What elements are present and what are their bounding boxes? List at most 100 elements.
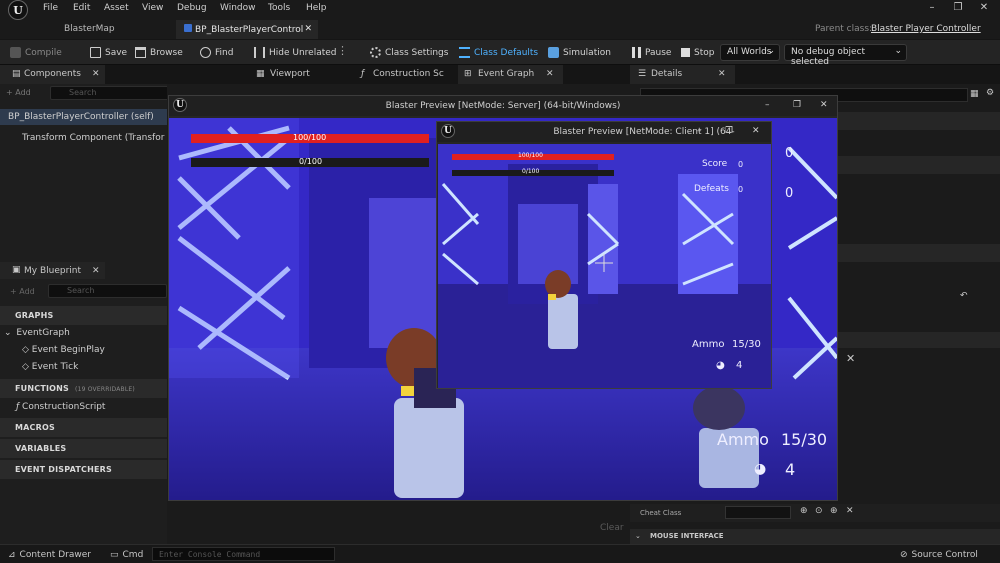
hide-icon bbox=[254, 47, 265, 58]
parent-class-link[interactable]: Blaster Player Controller bbox=[871, 24, 981, 34]
unreal-logo-icon: U bbox=[441, 124, 455, 138]
debug-object-selector[interactable]: No debug object selected ⌄ bbox=[784, 44, 907, 67]
event-item-tick[interactable]: ◇ Event Tick bbox=[0, 359, 167, 375]
component-row-self[interactable]: BP_BlasterPlayerController (self) bbox=[0, 109, 167, 125]
my-blueprint-tab[interactable]: ▣ My Blueprint ✕ bbox=[0, 262, 105, 279]
server-health-bar: 100/100 bbox=[191, 133, 429, 143]
maximize-icon[interactable]: ❐ bbox=[948, 2, 968, 16]
cheat-class-row: Cheat Class ⊕ ⊙ ⊕ ✕ bbox=[630, 504, 1000, 522]
close-icon[interactable]: ✕ bbox=[974, 2, 994, 16]
variables-label: VARIABLES bbox=[15, 444, 67, 453]
chevron-down-icon: ⌄ bbox=[4, 328, 12, 338]
event-graph-tab[interactable]: ⊞ Event Graph ✕ bbox=[458, 65, 563, 84]
functions-label: FUNCTIONS bbox=[15, 384, 70, 393]
construction-tab[interactable]: ƒ Construction Sc bbox=[357, 65, 452, 84]
function-item-construction[interactable]: ƒ ConstructionScript bbox=[0, 399, 167, 415]
close-icon[interactable]: ✕ bbox=[846, 352, 855, 365]
tab-close-icon[interactable]: ✕ bbox=[304, 24, 312, 34]
settings-icon[interactable]: ⚙ bbox=[986, 88, 994, 98]
maximize-icon[interactable]: ❐ bbox=[793, 100, 801, 110]
menu-window[interactable]: Window bbox=[220, 3, 256, 13]
event-diamond-icon: ◇ bbox=[22, 345, 29, 355]
cmd-button[interactable]: ▭ Cmd bbox=[110, 548, 143, 562]
browse-button[interactable]: Browse bbox=[135, 45, 183, 60]
close-icon[interactable]: ✕ bbox=[752, 126, 760, 136]
save-button[interactable]: Save bbox=[90, 45, 127, 60]
macros-section[interactable]: MACROS bbox=[0, 418, 167, 437]
simulation-button[interactable]: Simulation bbox=[548, 45, 611, 60]
tab-blastermap[interactable]: BlasterMap bbox=[56, 20, 123, 39]
menu-edit[interactable]: Edit bbox=[73, 3, 90, 13]
minimize-icon[interactable]: – bbox=[765, 100, 770, 110]
hide-unrelated-label: Hide Unrelated bbox=[269, 47, 337, 58]
console-command-input[interactable]: Enter Console Command bbox=[152, 547, 335, 561]
dispatchers-section[interactable]: EVENT DISPATCHERS bbox=[0, 460, 167, 479]
hide-unrelated-button[interactable]: Hide Unrelated bbox=[254, 45, 337, 60]
menu-help[interactable]: Help bbox=[306, 3, 327, 13]
navigate-icon[interactable]: ⊕ bbox=[800, 506, 808, 516]
add-component-button[interactable]: + Add bbox=[6, 88, 31, 97]
client-ammo-value: 15/30 bbox=[732, 339, 761, 350]
clear-button[interactable]: Clear bbox=[600, 523, 624, 533]
close-icon[interactable]: ✕ bbox=[92, 69, 100, 79]
component-self-label: BP_BlasterPlayerController (self) bbox=[8, 112, 154, 122]
unreal-logo-icon[interactable]: U bbox=[8, 0, 28, 20]
close-icon[interactable]: ✕ bbox=[92, 266, 100, 276]
close-icon[interactable]: ✕ bbox=[820, 100, 828, 110]
class-settings-button[interactable]: Class Settings bbox=[370, 45, 448, 60]
variables-section[interactable]: VARIABLES bbox=[0, 439, 167, 458]
details-tab[interactable]: ☰ Details ✕ bbox=[630, 65, 735, 84]
menu-asset[interactable]: Asset bbox=[104, 3, 129, 13]
grenade-icon: ◕ bbox=[754, 461, 767, 477]
components-tab[interactable]: ▤ Components ✕ bbox=[0, 65, 105, 84]
menu-tools[interactable]: Tools bbox=[268, 3, 290, 13]
cheat-class-dropdown[interactable] bbox=[725, 506, 791, 519]
maximize-icon[interactable]: ❐ bbox=[725, 126, 733, 136]
browse-icon[interactable]: ⊙ bbox=[815, 506, 823, 516]
viewport-tab[interactable]: ▦ Viewport bbox=[250, 65, 350, 84]
cheat-class-label: Cheat Class bbox=[640, 509, 682, 517]
find-button[interactable]: Find bbox=[200, 45, 233, 60]
close-icon[interactable]: ✕ bbox=[546, 69, 554, 79]
minimize-icon[interactable]: – bbox=[697, 126, 702, 136]
pause-button[interactable]: Pause bbox=[632, 45, 671, 60]
simulation-icon bbox=[548, 47, 559, 58]
class-defaults-button[interactable]: Class Defaults bbox=[459, 45, 538, 60]
blueprint-search-placeholder: Search bbox=[67, 286, 95, 295]
stop-button[interactable]: Stop bbox=[681, 45, 714, 60]
minimize-icon[interactable]: – bbox=[922, 2, 942, 16]
add-icon[interactable]: ⊕ bbox=[830, 506, 838, 516]
mouse-interface-section[interactable]: ⌄ MOUSE INTERFACE bbox=[630, 529, 1000, 544]
graphs-section[interactable]: GRAPHS bbox=[0, 306, 167, 325]
pause-label: Pause bbox=[645, 47, 672, 58]
parent-class-label: Parent class: bbox=[815, 24, 873, 34]
menu-view[interactable]: View bbox=[142, 3, 163, 13]
menu-file[interactable]: File bbox=[43, 3, 58, 13]
close-icon[interactable]: ✕ bbox=[718, 69, 726, 79]
event-item-beginplay[interactable]: ◇ Event BeginPlay bbox=[0, 342, 167, 358]
more-options-icon[interactable]: ⋮ bbox=[337, 44, 348, 57]
save-label: Save bbox=[105, 47, 128, 58]
content-drawer-button[interactable]: ⊿ Content Drawer bbox=[8, 548, 91, 562]
client-score-value: 0 bbox=[738, 160, 744, 169]
client-preview-titlebar[interactable]: U Blaster Preview [NetMode: Client 1] (6… bbox=[437, 122, 771, 142]
client-preview-window[interactable]: U Blaster Preview [NetMode: Client 1] (6… bbox=[436, 121, 772, 389]
add-member-button[interactable]: + Add bbox=[10, 287, 35, 296]
graph-icon: ⊞ bbox=[464, 69, 472, 79]
server-preview-titlebar[interactable]: U Blaster Preview [NetMode: Server] (64-… bbox=[169, 96, 837, 116]
grid-view-icon[interactable]: ▦ bbox=[970, 89, 979, 99]
client-game-scene bbox=[438, 144, 771, 388]
world-selector[interactable]: All Worlds ⌄ bbox=[720, 44, 780, 61]
chevron-down-icon: ⌄ bbox=[894, 46, 902, 56]
blueprint-search-input[interactable]: Search bbox=[48, 284, 167, 298]
component-row-transform[interactable]: Transform Component (Transfor bbox=[0, 130, 167, 146]
graph-item-eventgraph[interactable]: ⌄ EventGraph bbox=[0, 325, 167, 341]
menu-debug[interactable]: Debug bbox=[177, 3, 207, 13]
clear-icon[interactable]: ✕ bbox=[846, 506, 854, 516]
reset-icon[interactable]: ↶ bbox=[960, 291, 968, 301]
source-control-button[interactable]: ⊘ Source Control bbox=[900, 548, 978, 562]
client-game-view[interactable]: 100/100 0/100 Score 0 Defeats 0 Ammo 15/… bbox=[438, 144, 771, 388]
functions-section[interactable]: FUNCTIONS (19 OVERRIDABLE) bbox=[0, 379, 167, 398]
tab-blueprint[interactable]: BP_BlasterPlayerControl ✕ bbox=[176, 20, 318, 39]
compile-button[interactable]: Compile bbox=[10, 45, 62, 60]
